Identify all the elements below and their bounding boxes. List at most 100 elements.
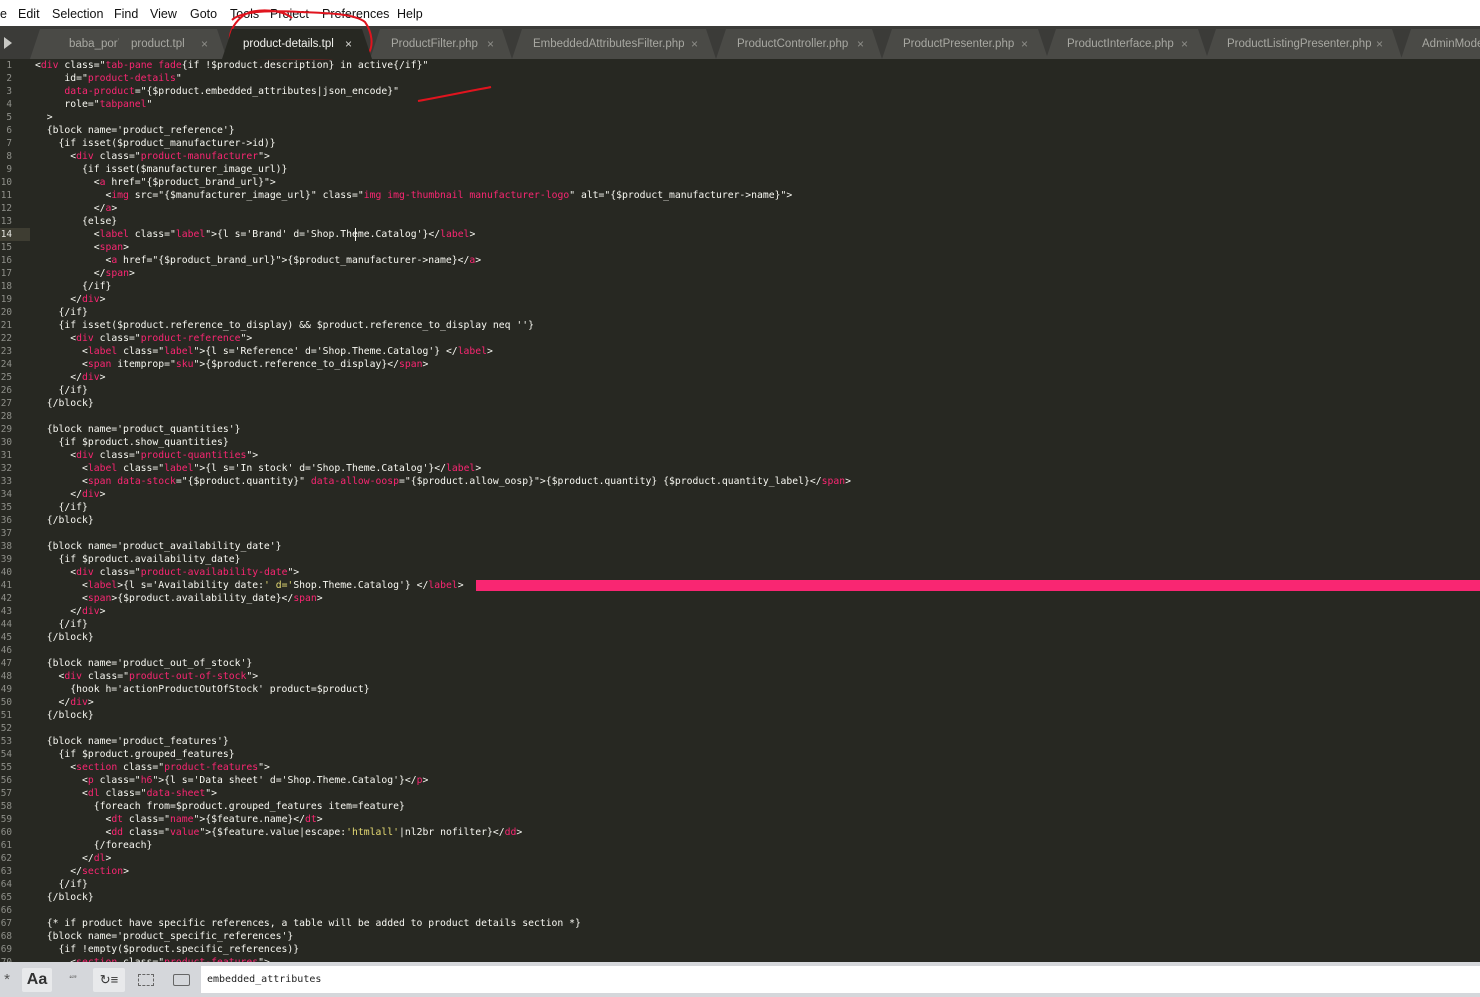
code-line[interactable]: 51 {/block} — [0, 709, 1480, 722]
code-line[interactable]: 18 {/if} — [0, 280, 1480, 293]
code-line[interactable]: 58 {foreach from=$product.grouped_featur… — [0, 800, 1480, 813]
code-line[interactable]: 29 {block name='product_quantities'} — [0, 423, 1480, 436]
code-line[interactable]: 41 <label>{l s='Availability date:' d='S… — [0, 579, 1480, 592]
code-line[interactable]: 8 <div class="product-manufacturer"> — [0, 150, 1480, 163]
code-line[interactable]: 10 <a href="{$product_brand_url}"> — [0, 176, 1480, 189]
whole-word-toggle[interactable]: “” — [58, 968, 88, 992]
code-line[interactable]: 62 </dl> — [0, 852, 1480, 865]
code-line[interactable]: 69 {if !empty($product.specific_referenc… — [0, 943, 1480, 956]
code-line[interactable]: 39 {if $product.availability_date} — [0, 553, 1480, 566]
code-line[interactable]: 47 {block name='product_out_of_stock'} — [0, 657, 1480, 670]
case-sensitive-toggle[interactable]: Aa — [22, 968, 52, 992]
code-line[interactable]: 11 <img src="{$manufacturer_image_url}" … — [0, 189, 1480, 202]
code-line[interactable]: 56 <p class="h6">{l s='Data sheet' d='Sh… — [0, 774, 1480, 787]
menu-selection[interactable]: Selection — [52, 7, 103, 21]
code-line[interactable]: 36 {/block} — [0, 514, 1480, 527]
wrap-toggle[interactable]: ↻≡ — [93, 968, 125, 992]
code-line[interactable]: 63 </section> — [0, 865, 1480, 878]
code-line[interactable]: 7 {if isset($product_manufacturer->id)} — [0, 137, 1480, 150]
code-line[interactable]: 59 <dt class="name">{$feature.name}</dt> — [0, 813, 1480, 826]
close-icon[interactable]: × — [487, 37, 494, 51]
code-line[interactable]: 4 role="tabpanel" — [0, 98, 1480, 111]
code-line[interactable]: 35 {/if} — [0, 501, 1480, 514]
tab-adminmode[interactable]: AdminMode — [1401, 29, 1480, 59]
close-icon[interactable]: × — [345, 37, 352, 51]
close-icon[interactable]: × — [857, 37, 864, 51]
code-line[interactable]: 46 — [0, 644, 1480, 657]
code-line[interactable]: 3 data-product="{$product.embedded_attri… — [0, 85, 1480, 98]
code-line[interactable]: 17 </span> — [0, 267, 1480, 280]
code-line[interactable]: 53 {block name='product_features'} — [0, 735, 1480, 748]
code-line[interactable]: 34 </div> — [0, 488, 1480, 501]
code-line[interactable]: 67 {* if product have specific reference… — [0, 917, 1480, 930]
code-line[interactable]: 2 id="product-details" — [0, 72, 1480, 85]
code-line[interactable]: 48 <div class="product-out-of-stock"> — [0, 670, 1480, 683]
code-line[interactable]: 28 — [0, 410, 1480, 423]
tab-embeddedattributesfilter-php[interactable]: EmbeddedAttributesFilter.php × — [512, 29, 716, 59]
tab-product-tpl[interactable]: product.tpl × — [112, 29, 227, 59]
tab-productpresenter-php[interactable]: ProductPresenter.php × — [882, 29, 1048, 59]
menu-view[interactable]: View — [150, 7, 177, 21]
code-line[interactable]: 37 — [0, 527, 1480, 540]
code-line[interactable]: 31 <div class="product-quantities"> — [0, 449, 1480, 462]
code-line[interactable]: 6 {block name='product_reference'} — [0, 124, 1480, 137]
code-line[interactable]: 22 <div class="product-reference"> — [0, 332, 1480, 345]
close-icon[interactable]: × — [1376, 37, 1383, 51]
code-line[interactable]: 54 {if $product.grouped_features} — [0, 748, 1480, 761]
code-line[interactable]: 50 </div> — [0, 696, 1480, 709]
sidebar-toggle-icon[interactable] — [4, 37, 12, 49]
code-line[interactable]: 26 {/if} — [0, 384, 1480, 397]
code-line[interactable]: 45 {/block} — [0, 631, 1480, 644]
code-line[interactable]: 15 <span> — [0, 241, 1480, 254]
code-line[interactable]: 32 <label class="label">{l s='In stock' … — [0, 462, 1480, 475]
highlight-matches-icon[interactable] — [168, 968, 194, 992]
regex-toggle[interactable]: * — [0, 968, 14, 992]
menu-project[interactable]: Project — [270, 7, 309, 21]
code-line[interactable]: 43 </div> — [0, 605, 1480, 618]
find-input[interactable] — [201, 966, 1480, 993]
tab-product-details-tpl[interactable]: product-details.tpl × — [222, 29, 372, 59]
menu-goto[interactable]: Goto — [190, 7, 217, 21]
menu-preferences[interactable]: Preferences — [322, 7, 389, 21]
code-line[interactable]: 5 > — [0, 111, 1480, 124]
code-line[interactable]: 49 {hook h='actionProductOutOfStock' pro… — [0, 683, 1480, 696]
code-editor[interactable]: 1 <div class="tab-pane fade{if !$product.… — [0, 59, 1480, 962]
in-selection-icon[interactable] — [134, 968, 158, 992]
close-icon[interactable]: × — [1021, 37, 1028, 51]
code-line[interactable]: 68 {block name='product_specific_referen… — [0, 930, 1480, 943]
code-line[interactable]: 21 {if isset($product.reference_to_displ… — [0, 319, 1480, 332]
tab-productcontroller-php[interactable]: ProductController.php × — [716, 29, 882, 59]
code-line[interactable]: 55 <section class="product-features"> — [0, 761, 1480, 774]
menu-edit[interactable]: Edit — [18, 7, 40, 21]
code-line[interactable]: 30 {if $product.show_quantities} — [0, 436, 1480, 449]
code-line[interactable]: 19 </div> — [0, 293, 1480, 306]
close-icon[interactable]: × — [691, 37, 698, 51]
code-line[interactable]: 14 <label class="label">{l s='Brand' d='… — [0, 228, 1480, 241]
code-line[interactable]: 24 <span itemprop="sku">{$product.refere… — [0, 358, 1480, 371]
code-line[interactable]: 61 {/foreach} — [0, 839, 1480, 852]
code-line[interactable]: 33 <span data-stock="{$product.quantity}… — [0, 475, 1480, 488]
code-line[interactable]: 27 {/block} — [0, 397, 1480, 410]
tab-productfilter-php[interactable]: ProductFilter.php × — [370, 29, 512, 59]
close-icon[interactable]: × — [1181, 37, 1188, 51]
code-line[interactable]: 44 {/if} — [0, 618, 1480, 631]
menu-help[interactable]: Help — [397, 7, 423, 21]
menu-e[interactable]: e — [0, 7, 7, 21]
code-line[interactable]: 66 — [0, 904, 1480, 917]
close-icon[interactable]: × — [201, 37, 208, 51]
tab-productlistingpresenter-php[interactable]: ProductListingPresenter.php × — [1206, 29, 1402, 59]
tab-productinterface-php[interactable]: ProductInterface.php × — [1046, 29, 1208, 59]
code-line[interactable]: 13 {else} — [0, 215, 1480, 228]
code-line[interactable]: 23 <label class="label">{l s='Reference'… — [0, 345, 1480, 358]
code-line[interactable]: 20 {/if} — [0, 306, 1480, 319]
code-line[interactable]: 60 <dd class="value">{$feature.value|esc… — [0, 826, 1480, 839]
menu-find[interactable]: Find — [114, 7, 138, 21]
code-line[interactable]: 12 </a> — [0, 202, 1480, 215]
code-line[interactable]: 57 <dl class="data-sheet"> — [0, 787, 1480, 800]
code-line[interactable]: 1 <div class="tab-pane fade{if !$product.… — [0, 59, 1480, 72]
code-line[interactable]: 64 {/if} — [0, 878, 1480, 891]
code-line[interactable]: 16 <a href="{$product_brand_url}">{$prod… — [0, 254, 1480, 267]
code-line[interactable]: 9 {if isset($manufacturer_image_url)} — [0, 163, 1480, 176]
menu-tools[interactable]: Tools — [230, 7, 259, 21]
code-line[interactable]: 40 <div class="product-availability-date… — [0, 566, 1480, 579]
